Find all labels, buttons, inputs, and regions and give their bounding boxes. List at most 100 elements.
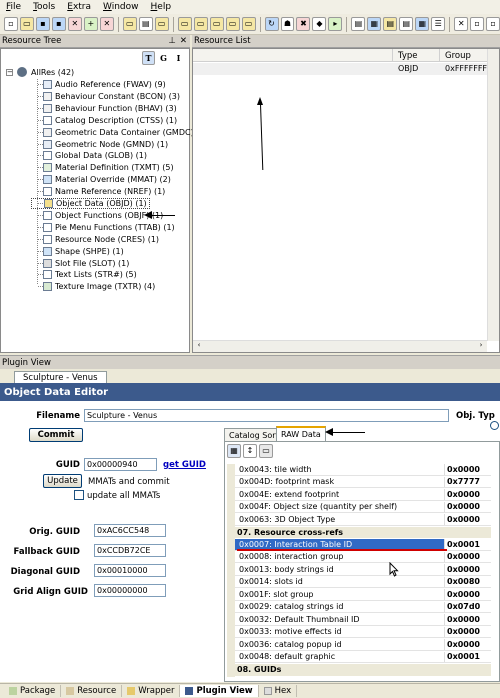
tab-raw-data[interactable]: RAW Data [276, 426, 326, 441]
delete-icon[interactable]: ✕ [99, 17, 114, 31]
recent-icon[interactable]: ▭ [177, 17, 192, 31]
property-row[interactable]: 0x0029: catalog strings id 0x07d0 [235, 601, 491, 614]
folder-icon[interactable]: ▭ [122, 17, 137, 31]
tree-mode-t-button[interactable]: T [142, 51, 155, 65]
gray-tool-icon[interactable]: ▫ [470, 17, 485, 31]
notes-icon[interactable]: ▤ [383, 17, 398, 31]
menu-window[interactable]: Window [103, 2, 139, 12]
page-icon[interactable]: ▤ [351, 17, 366, 31]
run-icon[interactable]: ▸ [328, 17, 343, 31]
close-pane-icon[interactable]: ✕ [180, 36, 187, 46]
scroll-left-icon[interactable]: ‹ [193, 341, 205, 352]
tree-item[interactable]: Text Lists (STR#) (5) [31, 269, 137, 280]
tree-item[interactable]: Material Override (MMAT) (2) [31, 174, 171, 185]
document-tab[interactable]: Sculpture - Venus [14, 371, 107, 383]
tab-package[interactable]: Package [4, 685, 62, 697]
fallback-guid-field[interactable]: 0xCCDB72CE [94, 544, 166, 557]
tree-item[interactable]: Pie Menu Functions (TTAB) (1) [31, 222, 175, 233]
property-value[interactable]: 0x7777 [445, 477, 480, 486]
property-value[interactable]: 0x0000 [445, 590, 480, 599]
property-value[interactable]: 0x0000 [445, 615, 480, 624]
tree-item[interactable]: Behaviour Function (BHAV) (3) [31, 103, 177, 114]
replace-icon[interactable]: ▭ [225, 17, 240, 31]
vertical-scrollbar[interactable] [487, 49, 499, 341]
guid-field[interactable]: 0x00000940 [84, 458, 157, 471]
tree-item[interactable]: Name Reference (NREF) (1) [31, 186, 165, 197]
clone-icon[interactable]: ▭ [241, 17, 256, 31]
property-row[interactable]: 0x0043: tile width 0x0000 [235, 464, 491, 476]
property-row[interactable]: 0x001F: slot group 0x0000 [235, 589, 491, 601]
collapse-icon[interactable]: − [6, 68, 13, 76]
save-icon[interactable]: ▪ [35, 17, 50, 31]
tab-wrapper[interactable]: Wrapper [122, 685, 181, 697]
property-value[interactable]: 0x0000 [445, 640, 480, 649]
property-row[interactable]: 0x0048: default graphic 0x0001 [235, 651, 491, 664]
get-guid-link[interactable]: get GUID [163, 460, 206, 470]
tools-icon[interactable]: ✖ [296, 17, 311, 31]
property-row[interactable]: 0x004E: extend footprint 0x0000 [235, 489, 491, 501]
menu-file[interactable]: File [6, 2, 21, 12]
table-icon[interactable]: ▦ [367, 17, 382, 31]
table-row[interactable]: OBJD 0xFFFFFFFF [193, 63, 492, 75]
property-row[interactable]: 0x0008: interaction group 0x0000 [235, 551, 491, 564]
new-icon[interactable]: ▫ [4, 17, 18, 31]
commit-button[interactable]: Commit [29, 428, 83, 442]
tree-item[interactable]: Shape (SHPE) (1) [31, 246, 124, 257]
tree-root[interactable]: − AllRes (42) [6, 67, 74, 77]
orig-guid-field[interactable]: 0xAC6CC548 [94, 524, 166, 537]
tree-mode-g-button[interactable]: G [157, 51, 170, 65]
property-value[interactable]: 0x07d0 [445, 602, 480, 611]
tree-item[interactable]: Slot File (SLOT) (1) [31, 258, 129, 269]
menu-help[interactable]: Help [151, 2, 172, 12]
property-value[interactable]: 0x0000 [445, 515, 480, 524]
pin-icon[interactable]: ✕ [454, 17, 469, 31]
folder-new-icon[interactable]: ▭ [154, 17, 169, 31]
document-icon[interactable]: ▤ [138, 17, 153, 31]
grid-align-guid-field[interactable]: 0x00000000 [94, 584, 166, 597]
property-value[interactable]: 0x0000 [445, 552, 480, 561]
property-value[interactable]: 0x0000 [445, 565, 480, 574]
update-all-checkbox[interactable] [74, 490, 84, 500]
tree-item[interactable]: Behaviour Constant (BCON) (3) [31, 91, 180, 102]
tree-item[interactable]: Audio Reference (FWAV) (9) [31, 79, 166, 90]
save-as-icon[interactable]: ▪ [51, 17, 66, 31]
copy-icon[interactable]: ▤ [399, 17, 414, 31]
property-value[interactable]: 0x0001 [445, 652, 480, 661]
property-category[interactable]: 08. GUIDs [235, 664, 491, 676]
property-value[interactable]: 0x0080 [445, 577, 480, 586]
property-row[interactable]: 0x004F: Object size (quantity per shelf)… [235, 501, 491, 514]
property-category[interactable]: 07. Resource cross-refs [235, 526, 491, 539]
tree-item[interactable]: Global Data (GLOB) (1) [31, 150, 147, 161]
filename-field[interactable]: Sculpture - Venus [84, 409, 449, 422]
horizontal-scrollbar[interactable]: ‹ › [193, 340, 487, 352]
column-header-type[interactable]: Type [393, 49, 440, 62]
close-icon[interactable]: ✕ [67, 17, 82, 31]
property-value[interactable]: 0x0000 [445, 627, 480, 636]
categorized-icon[interactable]: ▦ [227, 444, 241, 458]
export-icon[interactable]: ▭ [209, 17, 224, 31]
property-value[interactable]: 0x0000 [445, 465, 480, 474]
property-row[interactable]: 0x004D: footprint mask 0x7777 [235, 476, 491, 489]
person-icon[interactable]: ☗ [280, 17, 295, 31]
property-pages-icon[interactable]: ▭ [259, 444, 273, 458]
refresh-icon[interactable]: ↻ [264, 17, 279, 31]
property-value[interactable]: 0x0000 [445, 490, 480, 499]
diagonal-guid-field[interactable]: 0x00010000 [94, 564, 166, 577]
property-row[interactable]: 0x0014: slots id 0x0080 [235, 576, 491, 589]
radio-button[interactable] [490, 421, 499, 430]
property-value[interactable]: 0x0001 [445, 540, 480, 549]
tab-hex[interactable]: Hex [259, 685, 298, 697]
view-icon[interactable]: ▦ [415, 17, 430, 31]
tab-catalog-sort[interactable]: Catalog Sort [224, 428, 284, 441]
tree-item[interactable]: Resource Node (CRES) (1) [31, 234, 159, 245]
pin-pane-icon[interactable]: ⊥ [168, 36, 175, 46]
tree-mode-i-button[interactable]: I [172, 51, 185, 65]
menu-extra[interactable]: Extra [67, 2, 91, 12]
property-row[interactable]: 0x0036: catalog popup id 0x0000 [235, 639, 491, 651]
property-row[interactable]: 0x0013: body strings id 0x0000 [235, 564, 491, 576]
column-header-name[interactable] [193, 49, 393, 62]
import-icon[interactable]: ▭ [193, 17, 208, 31]
tree-item[interactable]: Geometric Node (GMND) (1) [31, 139, 168, 150]
package-icon[interactable]: ◆ [312, 17, 327, 31]
tree-item[interactable]: Object Data (OBJD) (1) [31, 198, 150, 209]
